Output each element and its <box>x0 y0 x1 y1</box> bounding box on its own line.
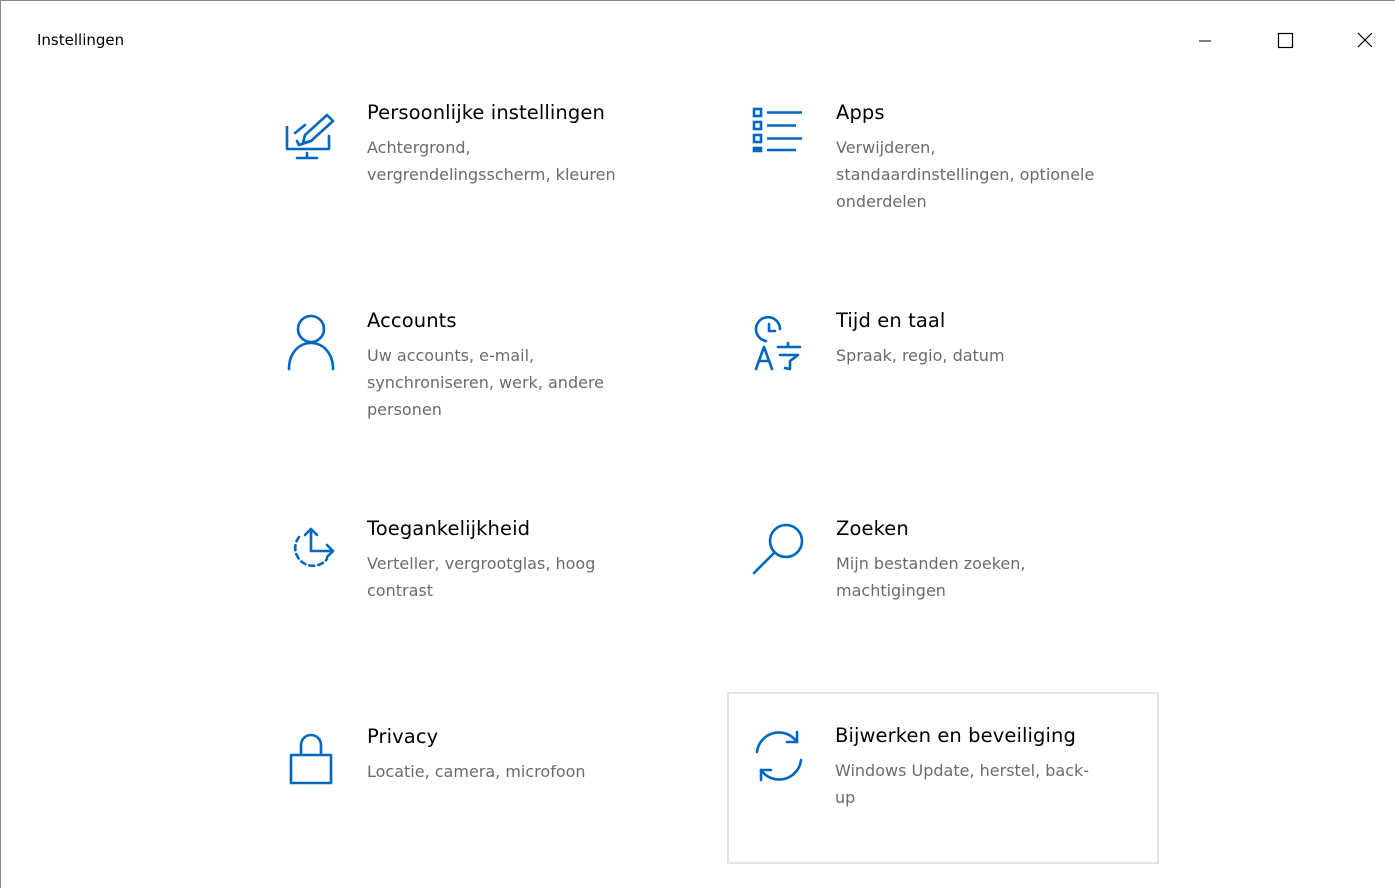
close-button[interactable] <box>1342 17 1388 63</box>
time-language-icon <box>750 311 810 371</box>
tile-ease-of-access[interactable]: Toegankelijkheid Verteller, vergrootglas… <box>259 503 691 663</box>
desc-line: Spraak, regio, datum <box>836 346 1005 365</box>
tile-description: Uw accounts, e-mail, synchroniseren, wer… <box>367 342 667 423</box>
tile-description: Verteller, vergrootglas, hoog contrast <box>367 550 667 604</box>
desc-line: Mijn bestanden zoeken, <box>836 554 1026 573</box>
person-icon <box>281 311 341 371</box>
tile-accounts[interactable]: Accounts Uw accounts, e-mail, synchronis… <box>259 295 691 455</box>
tile-description: Verwijderen, standaardinstellingen, opti… <box>836 134 1136 215</box>
desc-line: personen <box>367 400 442 419</box>
tile-privacy[interactable]: Privacy Locatie, camera, microfoon <box>259 711 691 871</box>
tile-search[interactable]: Zoeken Mijn bestanden zoeken, machtiging… <box>728 503 1160 663</box>
desc-line: machtigingen <box>836 581 946 600</box>
tile-name: Apps <box>836 101 885 124</box>
tile-name: Toegankelijkheid <box>367 517 531 540</box>
tile-apps[interactable]: Apps Verwijderen, standaardinstellingen,… <box>728 87 1160 247</box>
lock-icon <box>281 727 341 787</box>
window-title: Instellingen <box>37 31 125 49</box>
search-icon <box>750 519 810 579</box>
tile-name: Accounts <box>367 309 457 332</box>
tile-description: Windows Update, herstel, back- up <box>835 757 1135 811</box>
tile-name: Tijd en taal <box>836 309 946 332</box>
close-icon <box>1357 32 1373 48</box>
tile-personalization[interactable]: Persoonlijke instellingen Achtergrond, v… <box>259 87 691 247</box>
tile-description: Achtergrond, vergrendelingsscherm, kleur… <box>367 134 667 188</box>
desc-line: Locatie, camera, microfoon <box>367 762 586 781</box>
desc-line: Uw accounts, e-mail, <box>367 346 535 365</box>
desc-line: Windows Update, herstel, back- <box>835 761 1090 780</box>
desc-line: up <box>835 788 856 807</box>
desc-line: Achtergrond, <box>367 138 471 157</box>
tile-name: Persoonlijke instellingen <box>367 101 605 124</box>
sync-icon <box>749 726 809 786</box>
tile-name: Bijwerken en beveiliging <box>835 724 1076 747</box>
title-bar[interactable]: Instellingen <box>1 1 1395 81</box>
maximize-icon <box>1277 32 1294 49</box>
personalization-icon <box>281 103 341 163</box>
desc-line: standaardinstellingen, optionele <box>836 165 1095 184</box>
tile-time-language[interactable]: Tijd en taal Spraak, regio, datum <box>728 295 1160 455</box>
maximize-button[interactable] <box>1262 17 1308 63</box>
desc-line: Verwijderen, <box>836 138 936 157</box>
tile-description: Locatie, camera, microfoon <box>367 758 667 785</box>
desc-line: vergrendelingsscherm, kleuren <box>367 165 616 184</box>
tile-description: Spraak, regio, datum <box>836 342 1136 369</box>
desc-line: Verteller, vergrootglas, hoog <box>367 554 596 573</box>
tile-name: Privacy <box>367 725 439 748</box>
apps-list-icon <box>750 103 810 163</box>
desc-line: contrast <box>367 581 433 600</box>
ease-of-access-icon <box>281 519 341 579</box>
minimize-icon <box>1199 40 1211 42</box>
minimize-button[interactable] <box>1182 17 1228 63</box>
tile-name: Zoeken <box>836 517 909 540</box>
tile-update-security[interactable]: Bijwerken en beveiliging Windows Update,… <box>727 692 1159 864</box>
tile-description: Mijn bestanden zoeken, machtigingen <box>836 550 1136 604</box>
desc-line: synchroniseren, werk, andere <box>367 373 605 392</box>
settings-window: Instellingen Persoonlijke instellingen A… <box>0 0 1395 888</box>
desc-line: onderdelen <box>836 192 927 211</box>
